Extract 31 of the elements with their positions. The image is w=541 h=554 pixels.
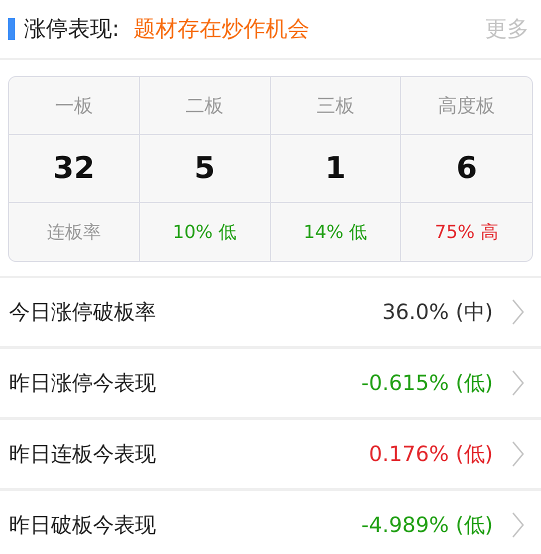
table-cell: 连板率 — [9, 203, 140, 261]
row-value: -0.615% (低) — [361, 370, 493, 397]
row-label: 昨日破板今表现 — [9, 512, 156, 539]
list-row[interactable]: 昨日连板今表现 0.176% (低) — [0, 420, 541, 491]
chevron-right-icon — [511, 441, 525, 467]
table-cell: 5 — [140, 135, 270, 203]
row-value: -4.989% (低) — [361, 512, 493, 539]
section-subtitle: 题材存在炒作机会 — [133, 16, 310, 44]
section-marker — [8, 18, 15, 40]
row-value: 36.0% (中) — [382, 299, 493, 326]
row-label: 今日涨停破板率 — [9, 299, 156, 326]
row-value: 0.176% (低) — [368, 441, 493, 468]
chevron-right-icon — [511, 512, 525, 538]
column-header: 三板 — [270, 77, 402, 135]
column-header: 一板 — [9, 77, 140, 135]
chevron-right-icon — [511, 370, 525, 396]
table-cell: 32 — [9, 135, 140, 203]
row-label: 昨日连板今表现 — [9, 441, 156, 468]
table-cell: 6 — [401, 135, 532, 203]
table-cell: 1 — [270, 135, 402, 203]
section-title: 涨停表现: — [24, 16, 120, 44]
table-cell: 14% 低 — [270, 203, 402, 261]
column-header: 高度板 — [401, 77, 532, 135]
list-row[interactable]: 昨日涨停今表现 -0.615% (低) — [0, 349, 541, 420]
list-row[interactable]: 今日涨停破板率 36.0% (中) — [0, 278, 541, 349]
chevron-right-icon — [511, 299, 525, 325]
row-label: 昨日涨停今表现 — [9, 370, 156, 397]
list-row[interactable]: 昨日破板今表现 -4.989% (低) — [0, 491, 541, 554]
table-cell: 10% 低 — [140, 203, 270, 261]
table-cell-text: 75% 高 — [434, 221, 500, 245]
column-header: 二板 — [140, 77, 270, 135]
